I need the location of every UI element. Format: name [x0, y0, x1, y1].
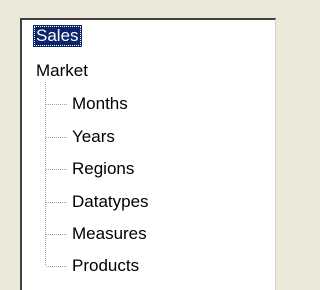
tree-node-months[interactable]: Months [72, 93, 128, 115]
tree-node-market[interactable]: Market [36, 60, 88, 82]
tree-view[interactable]: Sales Market Months Years Regions Dataty… [20, 18, 276, 290]
tree-node-years[interactable]: Years [72, 126, 115, 148]
tree-node-sales[interactable]: Sales [33, 25, 82, 47]
tree-node-regions[interactable]: Regions [72, 158, 134, 180]
tree-node-measures[interactable]: Measures [72, 223, 147, 245]
tree-node-datatypes[interactable]: Datatypes [72, 191, 149, 213]
tree-node-products[interactable]: Products [72, 255, 139, 277]
